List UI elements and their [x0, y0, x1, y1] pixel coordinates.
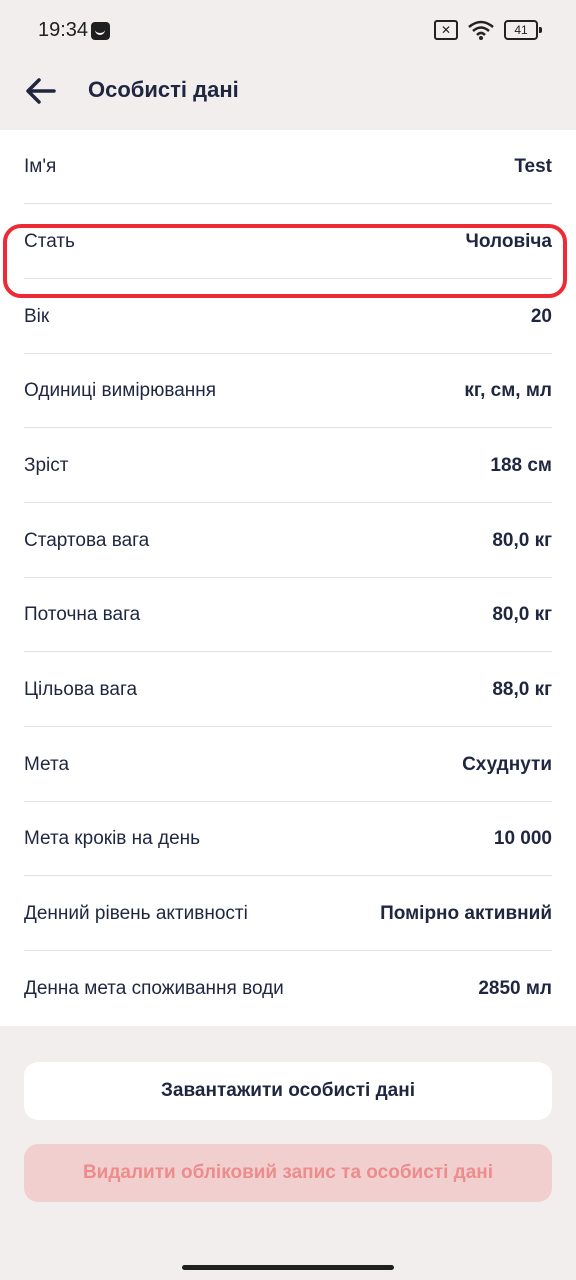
- row-label: Денний рівень активності: [24, 902, 248, 924]
- row-water-goal[interactable]: Денна мета споживання води 2850 мл: [24, 952, 552, 1026]
- row-value: Test: [514, 155, 552, 177]
- row-target-weight[interactable]: Цільова вага 88,0 кг: [24, 653, 552, 727]
- row-value: Помірно активний: [380, 902, 552, 924]
- row-value: 20: [530, 305, 552, 327]
- units-row-highlight: [3, 224, 567, 298]
- row-label: Зріст: [24, 454, 69, 476]
- row-label: Одиниці вимірювання: [24, 379, 217, 401]
- row-label: Поточна вага: [24, 603, 141, 625]
- home-indicator[interactable]: [182, 1265, 394, 1270]
- row-start-weight[interactable]: Стартова вага 80,0 кг: [24, 504, 552, 578]
- row-label: Денна мета споживання води: [24, 978, 284, 999]
- row-name[interactable]: Ім'я Test: [24, 130, 552, 204]
- no-sim-icon: ✕: [434, 20, 458, 40]
- row-label: Вік: [24, 305, 50, 327]
- row-current-weight[interactable]: Поточна вага 80,0 кг: [24, 578, 552, 652]
- row-goal[interactable]: Мета Схуднути: [24, 728, 552, 802]
- row-value: 188 см: [490, 454, 552, 476]
- row-label: Мета: [24, 753, 70, 775]
- row-label: Мета кроків на день: [24, 827, 201, 849]
- row-value: кг, см, мл: [464, 379, 552, 401]
- row-value: 88,0 кг: [492, 678, 552, 700]
- app-notification-icon: [91, 22, 110, 40]
- row-value: 10 000: [493, 827, 552, 849]
- row-steps-goal[interactable]: Мета кроків на день 10 000: [24, 802, 552, 876]
- row-value: 2850 мл: [478, 978, 552, 999]
- row-height[interactable]: Зріст 188 см: [24, 429, 552, 503]
- status-icons: ✕ 41: [434, 20, 542, 40]
- row-label: Ім'я: [24, 155, 57, 177]
- status-bar: 19:34 ✕ 41: [0, 0, 576, 64]
- row-units[interactable]: Одиниці вимірювання кг, см, мл: [24, 354, 552, 428]
- row-label: Цільова вага: [24, 678, 138, 700]
- back-arrow-icon[interactable]: [24, 74, 58, 108]
- wifi-icon: [468, 20, 494, 40]
- battery-icon: 41: [504, 20, 542, 40]
- row-label: Стартова вага: [24, 529, 150, 551]
- row-activity-level[interactable]: Денний рівень активності Помірно активни…: [24, 877, 552, 951]
- row-value: 80,0 кг: [492, 529, 552, 551]
- status-time: 19:34: [38, 19, 89, 41]
- download-personal-data-button[interactable]: Завантажити особисті дані: [24, 1062, 552, 1120]
- app-bar: Особисті дані: [0, 64, 576, 130]
- page-title: Особисті дані: [88, 77, 239, 102]
- delete-account-button[interactable]: Видалити обліковий запис та особисті дан…: [24, 1144, 552, 1202]
- row-value: Схуднути: [462, 753, 552, 775]
- row-value: 80,0 кг: [492, 603, 552, 625]
